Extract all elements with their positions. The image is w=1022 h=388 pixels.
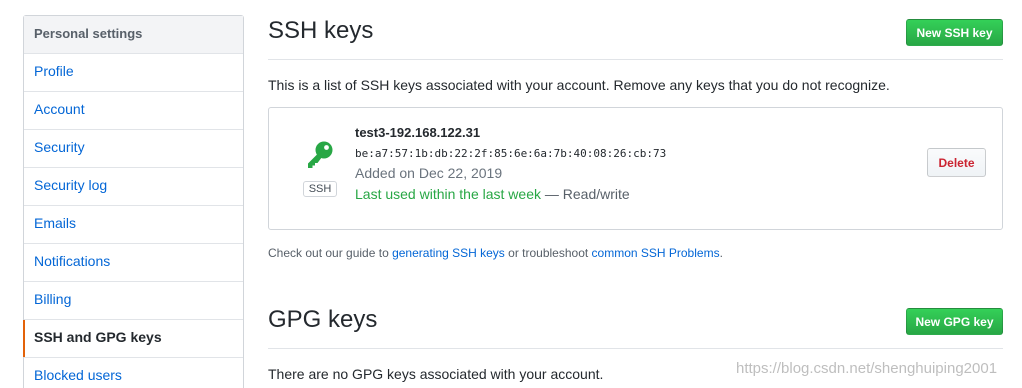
delete-key-button[interactable]: Delete (927, 148, 986, 177)
sidebar-header: Personal settings (24, 16, 243, 54)
ssh-description: This is a list of SSH keys associated wi… (268, 77, 890, 93)
ssh-guide-text: Check out our guide to generating SSH ke… (268, 246, 723, 260)
guide-prefix: Check out our guide to (268, 246, 393, 260)
sidebar-item-notifications[interactable]: Notifications (24, 244, 243, 282)
key-icon-wrap: SSH (301, 140, 339, 197)
settings-page: Personal settings Profile Account Securi… (0, 0, 1022, 388)
sidebar-item-ssh-gpg-keys[interactable]: SSH and GPG keys (23, 320, 243, 358)
guide-suffix: . (719, 246, 723, 260)
key-type-label: SSH (302, 181, 338, 197)
settings-sidebar: Personal settings Profile Account Securi… (23, 15, 244, 388)
sidebar-item-blocked-users[interactable]: Blocked users (24, 358, 243, 388)
main-content: SSH keys New SSH key This is a list of S… (268, 0, 1003, 382)
common-ssh-problems-link[interactable]: common SSH Problems (592, 246, 720, 260)
sidebar-item-account[interactable]: Account (24, 92, 243, 130)
new-ssh-key-button[interactable]: New SSH key (906, 19, 1003, 46)
key-last-used: Last used within the last week — Read/wr… (355, 186, 666, 202)
key-access-level: — Read/write (541, 186, 630, 202)
ssh-section-header: SSH keys New SSH key (268, 0, 1003, 60)
key-last-used-status: Last used within the last week (355, 186, 541, 202)
key-fingerprint: be:a7:57:1b:db:22:2f:85:6e:6a:7b:40:08:2… (355, 147, 667, 160)
sidebar-item-security-log[interactable]: Security log (24, 168, 243, 206)
sidebar-item-profile[interactable]: Profile (24, 54, 243, 92)
guide-middle: or troubleshoot (504, 246, 592, 260)
sidebar-item-security[interactable]: Security (24, 130, 243, 168)
generating-ssh-keys-link[interactable]: generating SSH keys (392, 246, 505, 260)
gpg-title: GPG keys (268, 306, 378, 333)
key-icon (305, 140, 335, 175)
gpg-description: There are no GPG keys associated with yo… (268, 366, 604, 382)
sidebar-item-emails[interactable]: Emails (24, 206, 243, 244)
new-gpg-key-button[interactable]: New GPG key (906, 308, 1003, 335)
gpg-section-header: GPG keys New GPG key (268, 289, 1003, 349)
watermark: https://blog.csdn.net/shenghuiping2001 (736, 360, 998, 377)
sidebar-item-billing[interactable]: Billing (24, 282, 243, 320)
key-info: test3-192.168.122.31 be:a7:57:1b:db:22:2… (355, 125, 666, 202)
ssh-title: SSH keys (268, 17, 374, 44)
key-added-date: Added on Dec 22, 2019 (355, 165, 503, 181)
key-title: test3-192.168.122.31 (355, 125, 481, 140)
ssh-key-item: SSH test3-192.168.122.31 be:a7:57:1b:db:… (268, 107, 1003, 230)
